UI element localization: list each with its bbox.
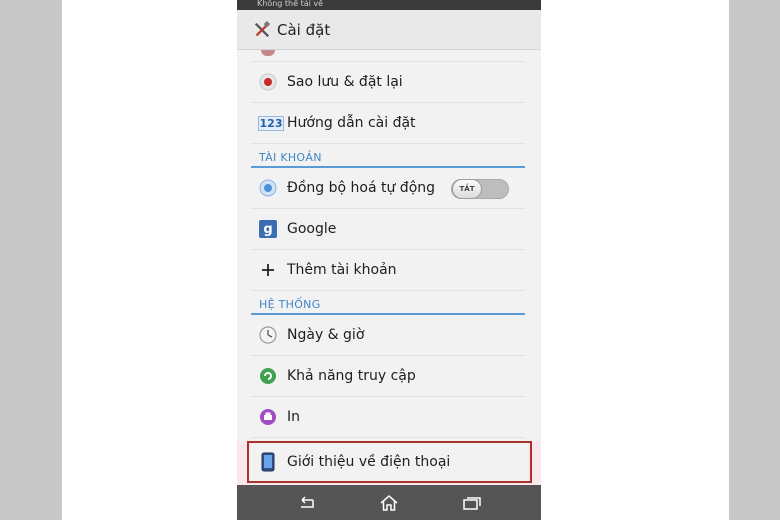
print-icon	[259, 408, 277, 426]
settings-item-add-account[interactable]: Thêm tài khoản	[251, 250, 525, 291]
auto-sync-toggle[interactable]: TẮT	[451, 179, 509, 199]
numbers-icon-glyph: 123	[257, 115, 285, 131]
back-icon[interactable]	[292, 492, 320, 514]
recent-apps-icon[interactable]	[458, 492, 486, 514]
settings-item-label: Google	[287, 221, 337, 237]
settings-item-label: Sao lưu & đặt lại	[287, 74, 403, 90]
toggle-state-label: TẮT	[459, 185, 475, 193]
section-header-label: TÀI KHOẢN	[259, 151, 322, 164]
status-bar: Không thể tải về	[237, 0, 541, 10]
settings-item-label: Thêm tài khoản	[287, 262, 397, 278]
section-header-label: HỆ THỐNG	[259, 298, 321, 311]
settings-item-label: Hướng dẫn cài đặt	[287, 115, 416, 131]
tools-icon[interactable]	[253, 20, 271, 39]
section-header-accounts: TÀI KHOẢN	[251, 144, 525, 168]
clock-icon	[259, 326, 277, 344]
home-icon[interactable]	[375, 492, 403, 514]
navigation-bar	[237, 485, 541, 520]
settings-item-label: In	[287, 409, 301, 425]
settings-item-accessibility[interactable]: Khả năng truy cập	[251, 356, 525, 397]
settings-item-date-time[interactable]: Ngày & giờ	[251, 315, 525, 356]
settings-list: Sao lưu & đặt lại 123 Hướng dẫn cài đặt …	[251, 50, 525, 438]
numbers-icon: 123	[257, 114, 285, 132]
settings-item-setup-guide[interactable]: 123 Hướng dẫn cài đặt	[251, 103, 525, 144]
highlight-box	[247, 441, 532, 483]
action-bar: Cài đặt	[237, 10, 541, 50]
settings-item-print[interactable]: In	[251, 397, 525, 438]
settings-item-auto-sync[interactable]: Đồng bộ hoá tự động TẮT	[251, 168, 525, 209]
settings-item-label: Ngày & giờ	[287, 327, 365, 343]
sync-icon	[259, 179, 277, 197]
settings-item-google[interactable]: g Google	[251, 209, 525, 250]
toggle-knob: TẮT	[452, 179, 482, 199]
settings-item-label: Khả năng truy cập	[287, 368, 416, 384]
backup-icon	[259, 73, 277, 91]
page-title: Cài đặt	[277, 20, 331, 39]
section-header-system: HỆ THỐNG	[251, 291, 525, 315]
settings-item-backup[interactable]: Sao lưu & đặt lại	[251, 62, 525, 103]
settings-item-label: Đồng bộ hoá tự động	[287, 180, 436, 196]
google-icon: g	[259, 220, 277, 238]
google-icon-glyph: g	[263, 221, 273, 237]
plus-icon	[259, 261, 277, 279]
status-text: Không thể tải về	[257, 0, 324, 8]
partial-list-item	[251, 50, 525, 62]
accessibility-icon	[259, 367, 277, 385]
